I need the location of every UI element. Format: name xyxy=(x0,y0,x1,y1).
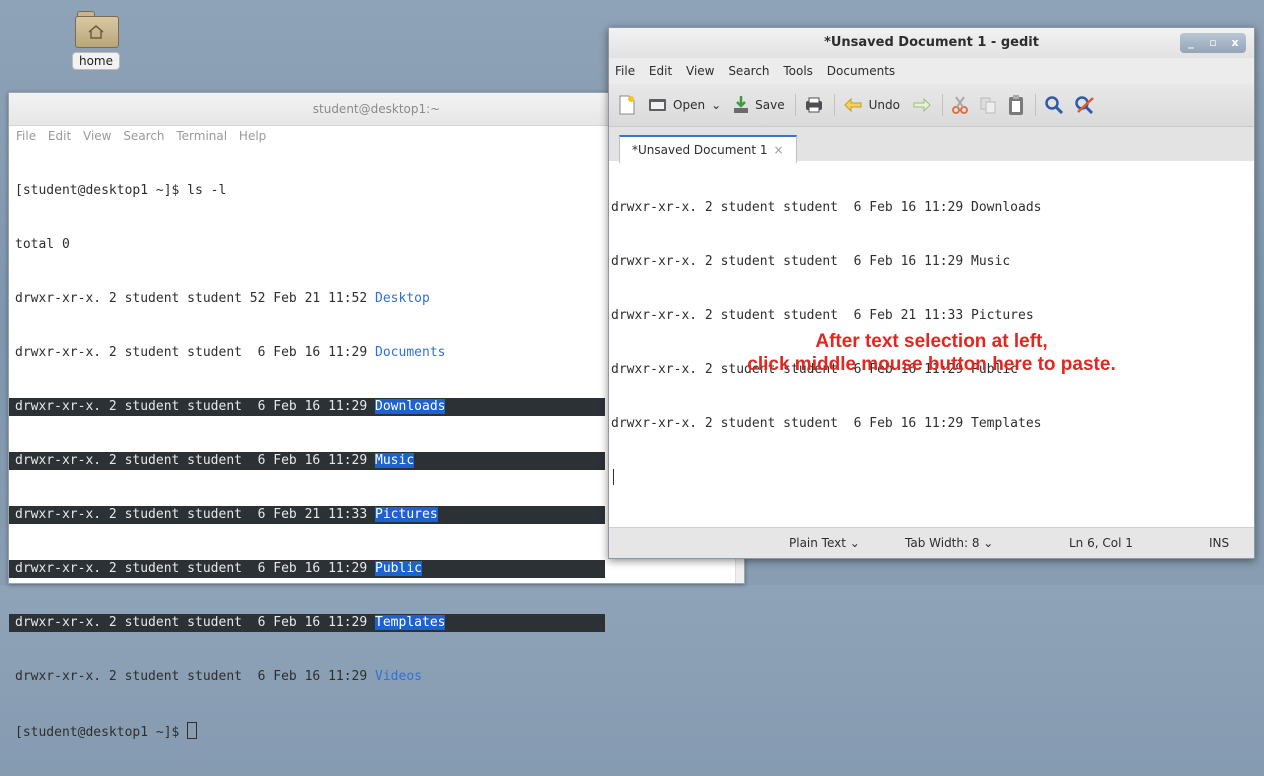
gedit-menu-search[interactable]: Search xyxy=(728,64,769,78)
print-button[interactable] xyxy=(804,96,824,114)
gedit-title: *Unsaved Document 1 - gedit xyxy=(824,35,1039,50)
print-icon xyxy=(805,97,822,113)
copy-button[interactable] xyxy=(979,96,997,114)
annotation-line-1: After text selection at left, xyxy=(815,331,1048,352)
undo-label: Undo xyxy=(868,98,900,112)
cut-button[interactable] xyxy=(951,95,969,115)
cursor-position: Ln 6, Col 1 xyxy=(1069,536,1133,550)
new-document-button[interactable] xyxy=(617,94,637,116)
tab-label: *Unsaved Document 1 xyxy=(632,143,768,157)
window-controls: _ ▫ x xyxy=(1180,33,1246,53)
save-button[interactable]: Save xyxy=(731,95,785,115)
terminal-menu-help[interactable]: Help xyxy=(239,129,266,143)
gedit-toolbar: Open ⌄ Save Undo xyxy=(609,84,1254,127)
gedit-window[interactable]: *Unsaved Document 1 - gedit _ ▫ x File E… xyxy=(608,27,1255,559)
open-folder-icon xyxy=(649,99,666,111)
gedit-menubar: File Edit View Search Tools Documents xyxy=(609,58,1254,84)
terminal-cursor xyxy=(187,722,198,739)
find-button[interactable] xyxy=(1044,95,1064,115)
insert-mode: INS xyxy=(1209,536,1230,550)
save-label: Save xyxy=(755,98,785,112)
close-icon[interactable]: x xyxy=(1224,33,1246,53)
terminal-entry-selected: drwxr-xr-x. 2 student student 6 Feb 16 1… xyxy=(9,560,744,578)
editor-line: drwxr-xr-x. 2 student student 6 Feb 21 1… xyxy=(611,308,1034,323)
annotation-line-2: click middle mouse button here to paste. xyxy=(747,354,1116,375)
terminal-menu-view[interactable]: View xyxy=(83,129,111,143)
terminal-menu-edit[interactable]: Edit xyxy=(48,129,71,143)
new-document-icon xyxy=(619,95,635,115)
terminal-prompt-line: [student@desktop1 ~]$ xyxy=(15,722,744,740)
editor-line: drwxr-xr-x. 2 student student 6 Feb 16 1… xyxy=(611,200,1042,215)
terminal-menu-terminal[interactable]: Terminal xyxy=(176,129,227,143)
home-folder-icon xyxy=(73,8,119,48)
save-download-icon xyxy=(734,96,749,113)
redo-arrow-icon xyxy=(913,97,931,113)
gedit-menu-tools[interactable]: Tools xyxy=(783,64,813,78)
search-icon xyxy=(1045,96,1064,115)
search-replace-icon xyxy=(1075,96,1094,115)
text-caret xyxy=(613,469,614,485)
document-tabs: *Unsaved Document 1 × xyxy=(609,127,1254,163)
terminal-menu-search[interactable]: Search xyxy=(123,129,164,143)
terminal-entry-selected: drwxr-xr-x. 2 student student 6 Feb 16 1… xyxy=(9,614,744,632)
home-desktop-icon[interactable]: home xyxy=(66,8,126,70)
find-replace-button[interactable] xyxy=(1074,95,1096,115)
redo-button[interactable] xyxy=(910,97,932,113)
instruction-annotation: After text selection at left, click midd… xyxy=(609,330,1254,376)
undo-arrow-icon xyxy=(843,97,862,113)
gedit-menu-edit[interactable]: Edit xyxy=(649,64,672,78)
minimize-icon[interactable]: _ xyxy=(1180,33,1202,53)
gedit-menu-view[interactable]: View xyxy=(686,64,714,78)
gedit-statusbar: Plain Text ⌄ Tab Width: 8 ⌄ Ln 6, Col 1 … xyxy=(609,527,1254,558)
close-tab-icon[interactable]: × xyxy=(774,143,784,157)
clipboard-icon xyxy=(1008,95,1023,115)
home-icon-label: home xyxy=(71,52,121,70)
editor-line: drwxr-xr-x. 2 student student 6 Feb 16 1… xyxy=(611,416,1042,431)
tab-width-selector[interactable]: Tab Width: 8 ⌄ xyxy=(905,528,993,558)
maximize-icon[interactable]: ▫ xyxy=(1202,33,1224,53)
open-label: Open xyxy=(673,98,706,112)
language-selector[interactable]: Plain Text ⌄ xyxy=(789,528,860,558)
scissors-icon xyxy=(951,96,968,114)
editor-line: drwxr-xr-x. 2 student student 6 Feb 16 1… xyxy=(611,254,1011,269)
terminal-menu-file[interactable]: File xyxy=(16,129,36,143)
terminal-entry: drwxr-xr-x. 2 student student 6 Feb 16 1… xyxy=(15,669,422,684)
gedit-menu-documents[interactable]: Documents xyxy=(827,64,895,78)
copy-icon xyxy=(980,97,996,114)
chevron-down-icon[interactable]: ⌄ xyxy=(711,98,721,112)
gedit-menu-file[interactable]: File xyxy=(615,64,635,78)
gedit-titlebar: *Unsaved Document 1 - gedit _ ▫ x xyxy=(609,28,1254,58)
tab-unsaved-document-1[interactable]: *Unsaved Document 1 × xyxy=(619,135,797,163)
paste-button[interactable] xyxy=(1007,94,1025,116)
undo-button[interactable]: Undo xyxy=(843,97,900,113)
open-button[interactable]: Open ⌄ xyxy=(647,96,721,114)
